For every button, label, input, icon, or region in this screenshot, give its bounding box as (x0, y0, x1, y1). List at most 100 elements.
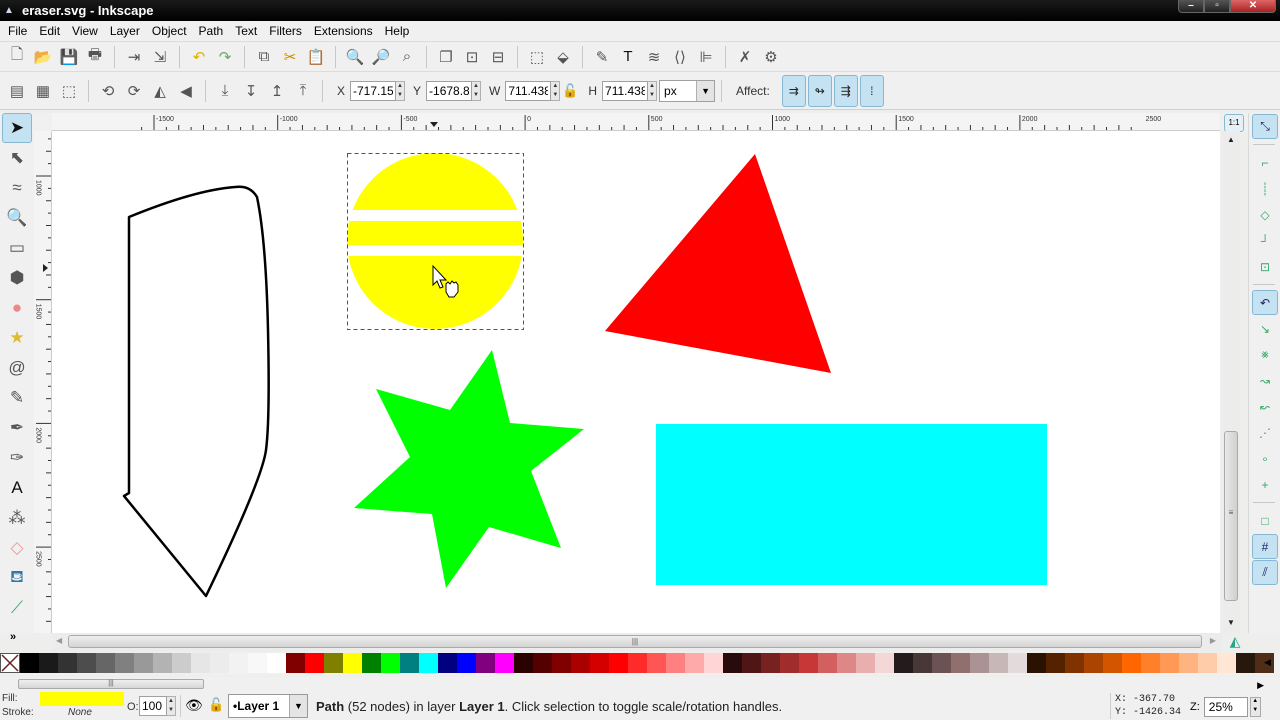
palette-swatch[interactable] (590, 653, 609, 673)
paint-bucket-tool-icon[interactable]: ⛾ (2, 563, 32, 593)
snap-smooth-nodes-icon[interactable]: ↜ (1252, 394, 1278, 419)
menu-extensions[interactable]: Extensions (310, 24, 381, 38)
paste-icon[interactable]: 📋 (303, 44, 329, 70)
palette-swatch[interactable] (628, 653, 647, 673)
palette-swatch[interactable] (818, 653, 837, 673)
palette-swatch[interactable] (20, 653, 39, 673)
palette-swatch[interactable] (1160, 653, 1179, 673)
pencil-tool-icon[interactable]: ✎ (2, 383, 32, 413)
pen-tool-icon[interactable]: ✒ (2, 413, 32, 443)
palette-swatch[interactable] (400, 653, 419, 673)
spray-tool-icon[interactable]: ⁂ (2, 503, 32, 533)
palette-swatch[interactable] (1141, 653, 1160, 673)
menu-help[interactable]: Help (381, 24, 418, 38)
zoom-drawing-icon[interactable]: 🔎 (368, 44, 394, 70)
text-font-icon[interactable]: T (615, 44, 641, 70)
h-input[interactable] (602, 80, 649, 101)
minimize-button[interactable]: – (1178, 0, 1204, 13)
rotate-ccw-icon[interactable]: ⟲ (95, 78, 121, 104)
menu-layer[interactable]: Layer (106, 24, 148, 38)
green-star[interactable] (354, 350, 584, 588)
palette-swatch[interactable] (267, 653, 286, 673)
layer-select[interactable]: •Layer 1 ▼ (228, 694, 308, 718)
palette-swatch[interactable] (647, 653, 666, 673)
palette-swatch[interactable] (932, 653, 951, 673)
snap-bbox-corners-icon[interactable]: ◇ (1252, 202, 1278, 227)
text-tool-icon[interactable]: A (2, 473, 32, 503)
palette-swatch[interactable] (286, 653, 305, 673)
palette-swatch[interactable] (153, 653, 172, 673)
opacity-field[interactable]: ▲▼ (139, 695, 176, 717)
snap-object-centers-icon[interactable]: ∘ (1252, 446, 1278, 471)
palette-swatch[interactable] (438, 653, 457, 673)
visibility-eye-icon[interactable]: 👁 (185, 697, 203, 714)
horizontal-scroll-thumb[interactable]: ||| (68, 635, 1202, 648)
palette-swatch[interactable] (305, 653, 324, 673)
snap-rotation-centers-icon[interactable]: + (1252, 472, 1278, 497)
scroll-right-arrow[interactable]: ▶ (1210, 636, 1216, 645)
deselect-icon[interactable]: ⬚ (56, 78, 82, 104)
palette-swatch[interactable] (115, 653, 134, 673)
export-icon[interactable]: ⇲ (147, 44, 173, 70)
cut-icon[interactable]: ✂ (277, 44, 303, 70)
palette-swatch[interactable] (381, 653, 400, 673)
palette-swatch[interactable] (970, 653, 989, 673)
toolbox-overflow-button[interactable]: » (10, 631, 16, 643)
star-tool-icon[interactable]: ★ (2, 323, 32, 353)
palette-swatch[interactable] (951, 653, 970, 673)
snap-line-midpoints-icon[interactable]: ⋰ (1252, 420, 1278, 445)
fill-stroke-icon[interactable]: ✎ (589, 44, 615, 70)
ungroup-icon[interactable]: ⬙ (550, 44, 576, 70)
zoom-input[interactable] (1203, 697, 1248, 717)
save-icon[interactable]: 💾 (56, 44, 82, 70)
spiral-tool-icon[interactable]: @ (2, 353, 32, 383)
transform-gradients-toggle[interactable]: ⇶ (833, 74, 858, 107)
palette-swatch[interactable] (229, 653, 248, 673)
opacity-spinner[interactable]: ▲ ▼ (167, 696, 176, 716)
select-all-icon[interactable]: ▤ (4, 78, 30, 104)
palette-swatch[interactable] (799, 653, 818, 673)
eraser-tool-icon[interactable]: ◇ (2, 533, 32, 563)
zoom-field[interactable]: Z: ▲▼ (1190, 697, 1261, 717)
y-spinner[interactable]: ▲ ▼ (472, 80, 482, 101)
palette-swatch[interactable] (894, 653, 913, 673)
vertical-scrollbar[interactable]: ▲ ≡ ▼ (1222, 131, 1240, 633)
transform-patterns-toggle[interactable]: ⁞ (859, 74, 884, 107)
no-paint-swatch[interactable] (0, 653, 20, 673)
palette-swatch[interactable] (476, 653, 495, 673)
unit-select[interactable]: px ▼ (659, 79, 716, 102)
zoom-1to1-button[interactable]: 1:1 (1224, 114, 1244, 132)
raise-icon[interactable]: ↥ (264, 78, 290, 104)
tweak-tool-icon[interactable]: ≈ (2, 173, 32, 203)
color-management-icon[interactable]: ◭ (1222, 633, 1248, 651)
palette-swatch[interactable] (39, 653, 58, 673)
group-icon[interactable]: ⬚ (524, 44, 550, 70)
circle-top-part[interactable] (345, 150, 525, 210)
palette-swatch[interactable] (1103, 653, 1122, 673)
chevron-down-icon[interactable]: ▼ (289, 695, 307, 717)
palette-swatch[interactable] (1236, 653, 1255, 673)
lower-icon[interactable]: ↧ (238, 78, 264, 104)
align-distribute-icon[interactable]: ⊫ (693, 44, 719, 70)
menu-edit[interactable]: Edit (35, 24, 68, 38)
xml-editor-icon[interactable]: ⟨⟩ (667, 44, 693, 70)
palette-swatch[interactable] (780, 653, 799, 673)
snap-bbox-icon[interactable]: ⌐ (1252, 150, 1278, 175)
selector-tool-icon[interactable]: ➤ (2, 113, 32, 143)
palette-swatch[interactable] (723, 653, 742, 673)
palette-swatch[interactable] (248, 653, 267, 673)
lower-to-bottom-icon[interactable]: ⤓ (212, 78, 238, 104)
print-icon[interactable]: 🖶 (82, 44, 108, 70)
snap-toggle-icon[interactable]: ⤡ (1252, 114, 1278, 139)
menu-filters[interactable]: Filters (265, 24, 310, 38)
scale-rounded-corners-toggle[interactable]: ↬ (807, 74, 832, 107)
stroke-value[interactable]: None (68, 707, 92, 718)
palette-swatch[interactable] (58, 653, 77, 673)
lock-proportions-icon[interactable]: 🔓 (560, 78, 580, 104)
snap-bbox-midpoints-icon[interactable]: ┘ (1252, 228, 1278, 253)
palette-swatch[interactable] (134, 653, 153, 673)
palette-swatch[interactable] (533, 653, 552, 673)
palette-scroll-left[interactable]: ◀ (1264, 657, 1271, 668)
palette-swatch[interactable] (495, 653, 514, 673)
ellipse-tool-icon[interactable]: ● (2, 293, 32, 323)
